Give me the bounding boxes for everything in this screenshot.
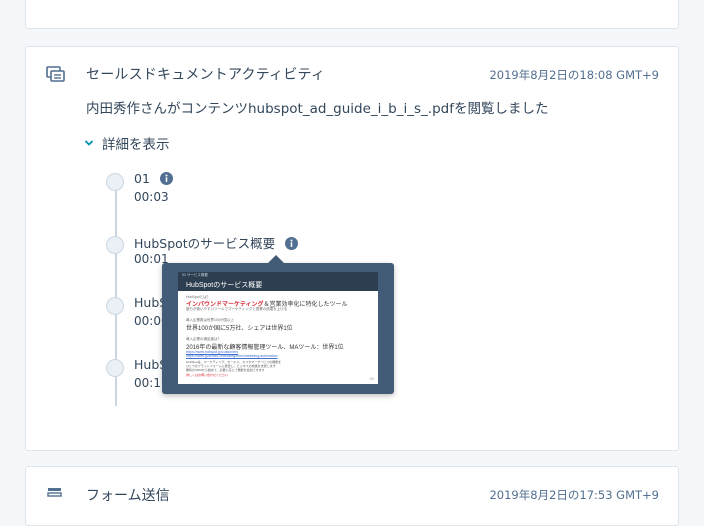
thumbnail-crumb: 01 サービス概要 (182, 273, 208, 277)
previous-activity-card (25, 0, 679, 29)
info-icon[interactable] (159, 172, 173, 185)
thumbnail-text: 無料のCRMから始めて、必要に応じて機能を追加できます (186, 368, 265, 372)
form-activity-timestamp: 2019年8月2日の17:53 GMT+9 (489, 488, 659, 502)
activity-title: セールスドキュメントアクティビティ (86, 67, 326, 83)
popover-arrow (267, 255, 285, 264)
form-submission-card: フォーム送信 2019年8月2日の17:53 GMT+9 (25, 466, 679, 526)
form-activity-title: フォーム送信 (86, 488, 170, 504)
timeline-item-title-text: 01 (134, 171, 150, 186)
timeline-item-title: 01 (134, 171, 173, 186)
timeline-dot (106, 297, 124, 315)
timeline-item-time: 00:03 (134, 190, 169, 204)
details-toggle[interactable]: 詳細を表示 (84, 133, 170, 153)
activity-timestamp: 2019年8月2日の18:08 GMT+9 (489, 68, 659, 82)
thumbnail-text: 世界100か国に5万社、シェアは世界1位 (186, 326, 293, 332)
thumbnail-text: 詳しくはお問い合わせください (186, 373, 229, 377)
info-icon[interactable] (285, 237, 299, 250)
activity-description: 内田秀作さんがコンテンツhubspot_ad_guide_i_b_i_s_.pd… (86, 101, 549, 117)
timeline-dot (106, 359, 124, 377)
thumbnail-page-number: 1/5 (369, 377, 374, 381)
details-toggle-label: 詳細を表示 (102, 137, 170, 153)
chevron-down-icon (84, 140, 94, 146)
thumbnail-text: 誰もが使いやすいツールでマーケティングと営業の成果を上げる (186, 307, 288, 311)
page-thumbnail: 01 サービス概要 HubSpotのサービス概要 HubSpotとは？ インバウ… (178, 272, 378, 384)
form-icon (47, 488, 62, 497)
timeline-dot (106, 173, 124, 191)
thumbnail-link: https://www.g2crowd.com/categories/marke… (186, 354, 278, 358)
page-preview-popover: 01 サービス概要 HubSpotのサービス概要 HubSpotとは？ インバウ… (162, 255, 394, 394)
timeline-item-title: HubSpotのサービス概要 (134, 233, 299, 252)
timeline-dot (106, 236, 124, 254)
thumbnail-title: HubSpotのサービス概要 (186, 282, 263, 289)
sales-document-activity-card: セールスドキュメントアクティビティ 2019年8月2日の18:08 GMT+9 … (25, 46, 679, 451)
thumbnail-header: 01 サービス概要 HubSpotのサービス概要 (178, 272, 378, 291)
timeline-item-title-text: HubSpotのサービス概要 (134, 236, 276, 251)
documents-icon (46, 66, 65, 82)
